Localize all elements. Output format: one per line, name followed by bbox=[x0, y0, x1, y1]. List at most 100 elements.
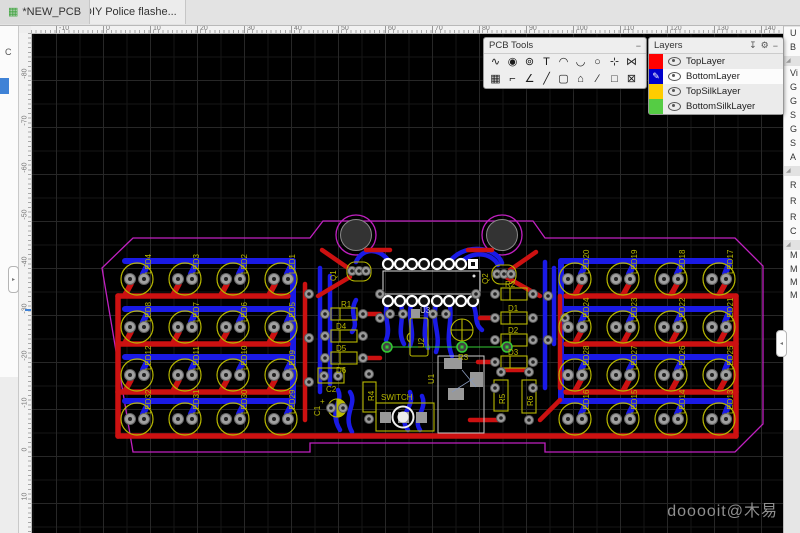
left-collapse-handle[interactable]: ▸ bbox=[8, 266, 19, 293]
text-tool-icon[interactable]: T bbox=[538, 55, 555, 70]
right-panel-item[interactable]: R bbox=[790, 212, 797, 222]
led-LED17[interactable]: LED17 bbox=[703, 249, 735, 295]
layer-row-BottomSilkLayer[interactable]: BottomSilkLayer bbox=[649, 99, 783, 114]
right-panel-item[interactable]: A bbox=[790, 152, 796, 162]
arc-tool-icon[interactable]: ◠ bbox=[555, 55, 572, 70]
minimize-icon[interactable]: − bbox=[636, 41, 641, 51]
dip-pad[interactable] bbox=[456, 259, 466, 269]
right-panel-item[interactable]: M bbox=[790, 264, 798, 274]
image-tool-icon[interactable]: ▦ bbox=[487, 72, 504, 87]
cut-line-tool-icon[interactable]: ∕ bbox=[589, 72, 606, 87]
rect-tool-icon[interactable]: □ bbox=[606, 72, 623, 87]
vruler-label: -40 bbox=[22, 252, 29, 272]
led-LED29[interactable]: LED29 bbox=[265, 389, 297, 435]
track-tool-icon[interactable]: ∿ bbox=[487, 55, 504, 70]
layer-row-TopLayer[interactable]: TopLayer bbox=[649, 54, 783, 69]
right-panel-item[interactable]: G bbox=[790, 82, 797, 92]
led-LED14[interactable]: LED14 bbox=[655, 389, 687, 435]
copper-area-tool-icon[interactable]: ▢ bbox=[555, 72, 572, 87]
dip-pad[interactable] bbox=[432, 296, 442, 306]
layer-row-BottomLayer[interactable]: ✎BottomLayer bbox=[649, 69, 783, 84]
right-panel-item[interactable]: C bbox=[790, 226, 797, 236]
dip-pad[interactable] bbox=[444, 296, 454, 306]
dip-pad[interactable] bbox=[395, 296, 405, 306]
pin-icon[interactable]: ↧ bbox=[749, 40, 757, 51]
arc-any-angle-tool-icon[interactable]: ◡ bbox=[572, 55, 589, 70]
minimize-icon[interactable]: − bbox=[773, 41, 778, 51]
circle-tool-icon[interactable]: ○ bbox=[589, 55, 606, 70]
right-panel-item[interactable]: G bbox=[790, 96, 797, 106]
right-panel-item[interactable]: S bbox=[790, 110, 796, 120]
visibility-eye-icon[interactable] bbox=[668, 72, 681, 81]
right-panel-item[interactable]: M bbox=[790, 290, 798, 300]
led-LED13[interactable]: LED13 bbox=[703, 389, 735, 435]
hruler-label: -10 bbox=[56, 25, 69, 33]
led-LED18[interactable]: LED18 bbox=[655, 249, 687, 295]
via-tool-icon[interactable]: ⊚ bbox=[521, 55, 538, 70]
visibility-eye-icon[interactable] bbox=[668, 102, 681, 111]
right-panel-item[interactable]: Vi bbox=[790, 68, 798, 78]
right-panel-item[interactable]: G bbox=[790, 124, 797, 134]
layer-color-swatch[interactable] bbox=[649, 84, 663, 99]
dip-ic-u3[interactable] bbox=[383, 259, 480, 306]
led-LED21[interactable]: LED21 bbox=[703, 297, 735, 343]
led-LED26[interactable]: LED26 bbox=[655, 345, 687, 391]
layer-color-swatch[interactable] bbox=[649, 54, 663, 69]
led-label: LED27 bbox=[630, 345, 639, 370]
dip-pad[interactable] bbox=[432, 259, 442, 269]
dip-pad[interactable] bbox=[395, 259, 405, 269]
dip-pad[interactable] bbox=[419, 259, 429, 269]
right-panel-item[interactable]: B bbox=[790, 42, 796, 52]
led-LED25[interactable]: LED25 bbox=[703, 345, 735, 391]
layer-color-swatch[interactable]: ✎ bbox=[649, 69, 663, 84]
square-pad[interactable] bbox=[411, 309, 420, 318]
led-LED31[interactable]: LED31 bbox=[169, 389, 201, 435]
pad-hole bbox=[367, 372, 371, 376]
right-panel-item[interactable]: R bbox=[790, 196, 797, 206]
dip-pad[interactable] bbox=[407, 296, 417, 306]
connect-pads-tool-icon[interactable]: ⊠ bbox=[623, 72, 640, 87]
measure-tool-icon[interactable]: ╱ bbox=[538, 72, 555, 87]
right-panel-section-header[interactable]: ◢ bbox=[784, 56, 800, 66]
gear-icon[interactable]: ⚙ bbox=[761, 40, 769, 51]
dip-pad[interactable] bbox=[383, 259, 393, 269]
left-panel-selected-row[interactable] bbox=[0, 78, 9, 94]
selection-handle[interactable] bbox=[386, 346, 389, 349]
protractor-tool-icon[interactable]: ∠ bbox=[521, 72, 538, 87]
dip-pad[interactable] bbox=[407, 259, 417, 269]
layer-row-TopSilkLayer[interactable]: TopSilkLayer bbox=[649, 84, 783, 99]
right-panel-item[interactable]: S bbox=[790, 138, 796, 148]
visibility-eye-icon[interactable] bbox=[668, 57, 681, 66]
dip-pad[interactable] bbox=[383, 296, 393, 306]
led-LED23[interactable]: LED23 bbox=[607, 297, 639, 343]
right-panel-item[interactable]: U bbox=[790, 28, 797, 38]
mounting-holes[interactable] bbox=[341, 220, 518, 251]
solid-region-tool-icon[interactable]: ⌂ bbox=[572, 72, 589, 87]
tab-new-pcb[interactable]: ▦ *NEW_PCB bbox=[0, 0, 90, 24]
right-panel-item[interactable]: M bbox=[790, 277, 798, 287]
led-LED15[interactable]: LED15 bbox=[607, 389, 639, 435]
dip-pad[interactable] bbox=[444, 259, 454, 269]
right-panel-item[interactable]: M bbox=[790, 250, 798, 260]
led-LED19[interactable]: LED19 bbox=[607, 249, 639, 295]
hruler-label: 130 bbox=[714, 25, 729, 33]
led-LED30[interactable]: LED30 bbox=[217, 389, 249, 435]
right-panel-item[interactable]: R bbox=[790, 180, 797, 190]
dimension-tool-icon[interactable]: ⌐ bbox=[504, 72, 521, 87]
hand-drag-tool-icon[interactable]: ⊹ bbox=[606, 55, 623, 70]
right-panel-section-header[interactable]: ◢ bbox=[784, 166, 800, 176]
right-collapse-handle[interactable]: ◂ bbox=[776, 330, 787, 357]
dip-pad[interactable] bbox=[419, 296, 429, 306]
led-LED22[interactable]: LED22 bbox=[655, 297, 687, 343]
led-LED27[interactable]: LED27 bbox=[607, 345, 639, 391]
dip-pad[interactable] bbox=[456, 296, 466, 306]
right-properties-panel: S◢UB◢ViGGSGSA◢RRRC◢MMMM bbox=[783, 0, 800, 533]
layer-color-swatch[interactable] bbox=[649, 99, 663, 114]
led-label: LED5 bbox=[288, 301, 297, 322]
selection-handle[interactable] bbox=[461, 346, 464, 349]
pad-hole bbox=[401, 312, 405, 316]
visibility-eye-icon[interactable] bbox=[668, 87, 681, 96]
right-panel-section-header[interactable]: ◢ bbox=[784, 240, 800, 250]
hole-tool-icon[interactable]: ⋈ bbox=[623, 55, 640, 70]
pad-tool-icon[interactable]: ◉ bbox=[504, 55, 521, 70]
